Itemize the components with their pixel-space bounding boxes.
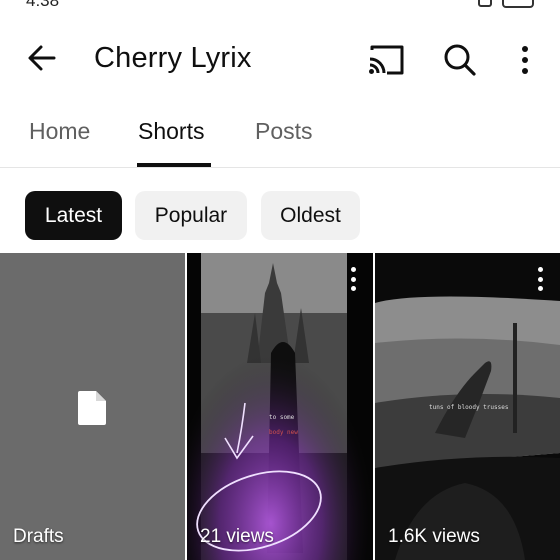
view-count: 1.6K views bbox=[388, 526, 480, 547]
tab-posts[interactable]: Posts bbox=[255, 118, 313, 145]
sort-chips: Latest Popular Oldest bbox=[0, 190, 560, 242]
tab-shorts[interactable]: Shorts bbox=[138, 118, 204, 145]
thumbnail-caption: to some bbox=[269, 414, 295, 421]
drafts-tile[interactable]: Drafts bbox=[0, 253, 185, 560]
back-arrow-icon bbox=[28, 45, 56, 71]
shorts-grid: Drafts to some body new 21 views tuns of… bbox=[0, 253, 560, 560]
more-vertical-icon bbox=[522, 46, 528, 74]
channel-title: Cherry Lyrix bbox=[94, 42, 252, 74]
short-thumbnail bbox=[187, 253, 373, 560]
view-count: 21 views bbox=[200, 526, 274, 547]
status-icons bbox=[478, 0, 534, 8]
status-time: 4:38 bbox=[26, 0, 60, 10]
cast-button[interactable] bbox=[364, 38, 408, 82]
more-options-button[interactable] bbox=[503, 38, 547, 82]
active-tab-indicator bbox=[137, 163, 211, 167]
drafts-label: Drafts bbox=[13, 526, 64, 547]
short-tile[interactable]: to some body new 21 views bbox=[187, 253, 373, 560]
chip-latest[interactable]: Latest bbox=[25, 191, 122, 240]
status-bar: 4:38 bbox=[0, 0, 560, 10]
short-tile[interactable]: tuns of bloody trusses 1.6K views bbox=[375, 253, 560, 560]
back-button[interactable] bbox=[22, 38, 62, 78]
signal-icon bbox=[478, 0, 492, 7]
top-app-bar: Cherry Lyrix bbox=[0, 22, 560, 94]
short-options-button[interactable] bbox=[534, 267, 546, 291]
channel-tabs: Home Shorts Posts bbox=[0, 100, 560, 168]
chip-oldest[interactable]: Oldest bbox=[261, 191, 360, 240]
battery-icon bbox=[502, 0, 534, 8]
search-icon bbox=[444, 44, 476, 76]
thumbnail-caption: body new bbox=[269, 429, 298, 436]
short-options-button[interactable] bbox=[347, 267, 359, 291]
tab-home[interactable]: Home bbox=[29, 118, 90, 145]
cast-icon bbox=[369, 45, 404, 75]
document-icon bbox=[78, 391, 106, 425]
chip-popular[interactable]: Popular bbox=[135, 191, 247, 240]
thumbnail-caption: tuns of bloody trusses bbox=[429, 404, 509, 411]
search-button[interactable] bbox=[438, 38, 482, 82]
